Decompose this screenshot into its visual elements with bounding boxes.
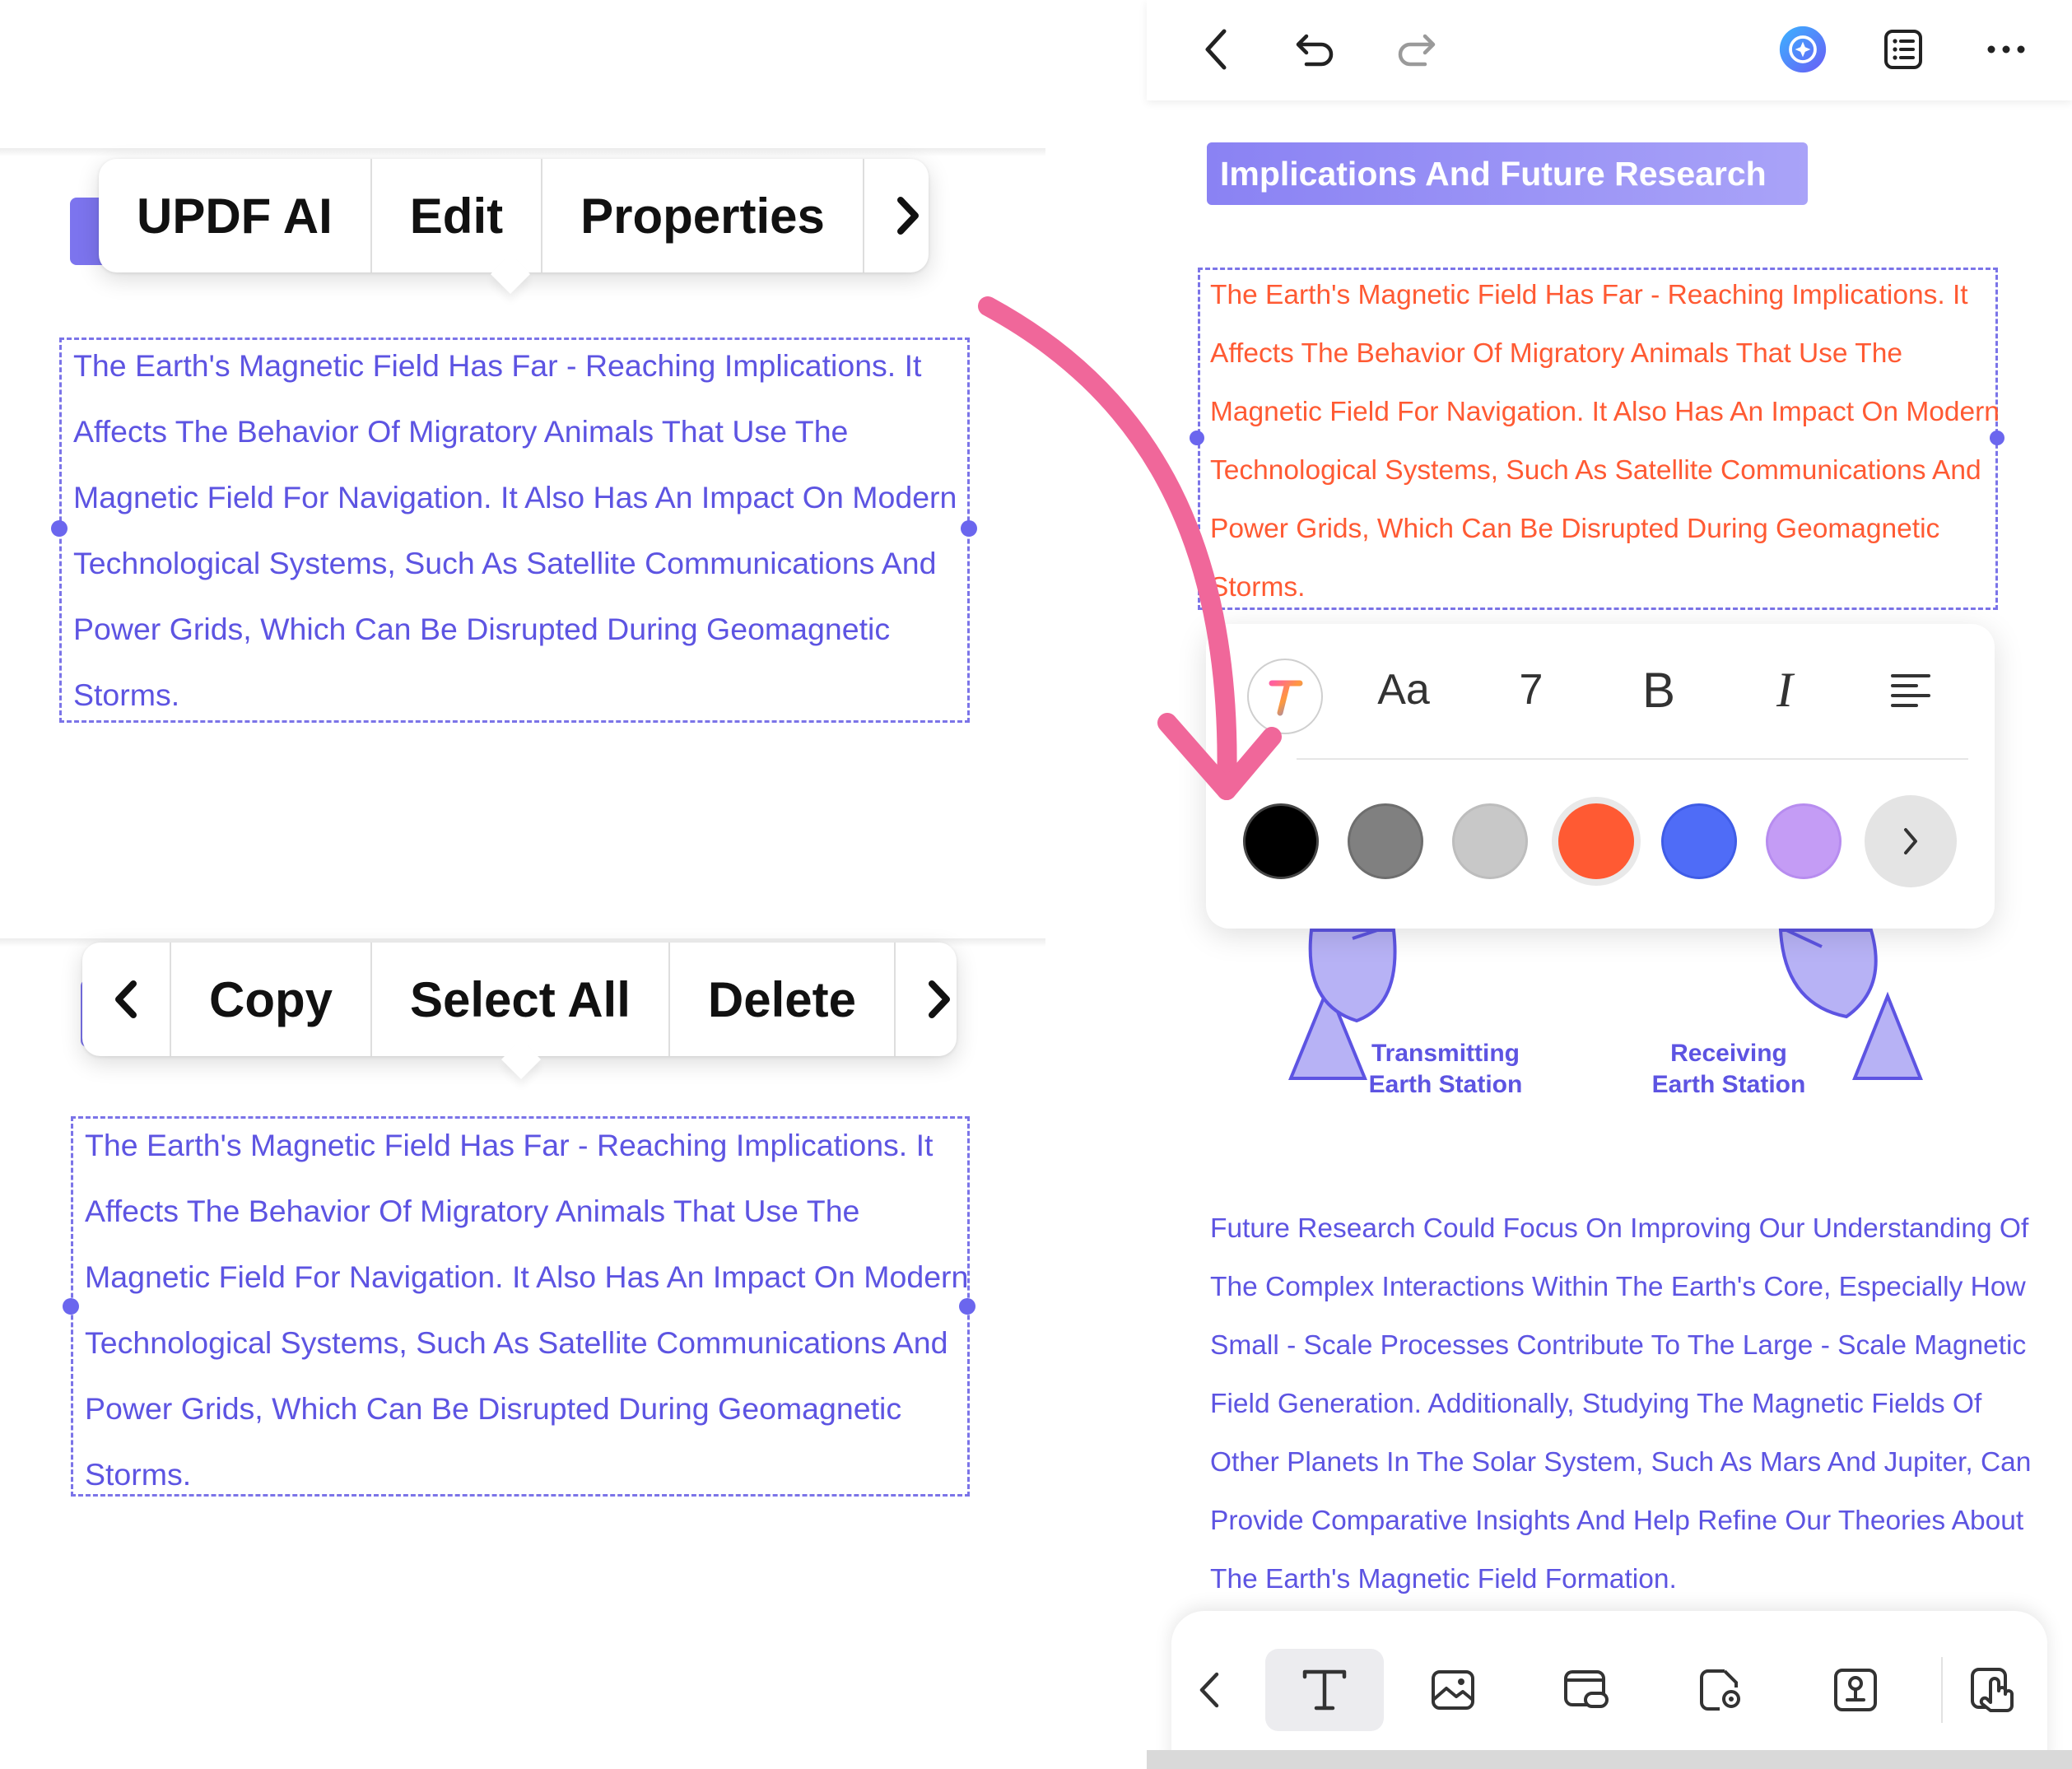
color-swatch-black[interactable] <box>1243 803 1319 879</box>
gesture-tool-button[interactable] <box>1952 1649 2034 1731</box>
text-format-panel: Aa 7 B I <box>1206 624 1995 929</box>
color-swatch-gray[interactable] <box>1348 803 1423 879</box>
text-box-bottom[interactable]: The Earth's Magnetic Field Has Far - Rea… <box>71 1116 970 1497</box>
chevron-right-icon <box>1904 828 1917 854</box>
text-tool-button[interactable] <box>1265 1649 1384 1731</box>
text-color-icon <box>1269 680 1303 716</box>
align-left-icon <box>1891 674 1930 707</box>
text-box-top[interactable]: The Earth's Magnetic Field Has Far - Rea… <box>59 338 970 723</box>
italic-button[interactable]: I <box>1752 657 1818 723</box>
stamp-tool-icon <box>1700 1669 1740 1711</box>
chevron-right-icon <box>928 980 950 1018</box>
resize-handle-left[interactable] <box>63 1298 79 1315</box>
top-toolbar <box>1147 0 2072 100</box>
chevron-right-icon <box>896 197 919 235</box>
stamp-tool-button[interactable] <box>1680 1649 1762 1731</box>
format-divider <box>1297 758 1968 760</box>
resize-handle-left[interactable] <box>1190 431 1204 445</box>
paragraph-text: Future Research Could Focus On Improving… <box>1210 1213 2032 1594</box>
editor-panel: Implications And Future Research The Ear… <box>1147 0 2072 1769</box>
redo-icon <box>1398 34 1436 67</box>
ai-assistant-icon <box>1779 26 1827 73</box>
back-button[interactable] <box>1191 25 1241 74</box>
menu-more-button[interactable] <box>896 943 983 1056</box>
text-color-button[interactable] <box>1247 659 1323 734</box>
bold-button[interactable]: B <box>1626 657 1692 723</box>
more-colors-button[interactable] <box>1865 795 1957 887</box>
menu-back-button[interactable] <box>82 943 171 1056</box>
toolbar-back-button[interactable] <box>1185 1649 1234 1731</box>
back-icon <box>1205 29 1227 70</box>
bottom-toolbar <box>1171 1611 2047 1769</box>
text-box-content: The Earth's Magnetic Field Has Far - Rea… <box>1210 280 2000 603</box>
signature-tool-button[interactable] <box>1814 1649 1897 1731</box>
more-icon <box>1987 45 2025 54</box>
resize-handle-right[interactable] <box>961 520 977 537</box>
font-button[interactable]: Aa <box>1371 657 1436 723</box>
image-tool-button[interactable] <box>1412 1649 1494 1731</box>
link-tool-icon <box>1564 1670 1609 1708</box>
undo-button[interactable] <box>1291 25 1340 74</box>
signature-tool-icon <box>1834 1669 1877 1711</box>
resize-handle-left[interactable] <box>51 520 68 537</box>
align-button[interactable] <box>1878 657 1944 723</box>
edit-menu-item[interactable]: Edit <box>372 159 543 272</box>
context-menu-bottom: Copy Select All Delete <box>82 943 957 1056</box>
context-menu-top: UPDF AI Edit Properties <box>99 159 929 272</box>
color-swatch-orange-selected[interactable] <box>1552 797 1641 886</box>
text-tool-icon <box>1302 1669 1347 1711</box>
resize-handle-right[interactable] <box>959 1298 975 1315</box>
back-icon <box>1199 1672 1219 1708</box>
outline-icon <box>1884 30 1922 69</box>
chevron-left-icon <box>115 980 137 1018</box>
updf-ai-menu-item[interactable]: UPDF AI <box>99 159 372 272</box>
image-tool-icon <box>1432 1670 1474 1710</box>
copy-menu-item[interactable]: Copy <box>171 943 372 1056</box>
resize-handle-right[interactable] <box>1990 431 2004 445</box>
gesture-tool-icon <box>1971 1668 2014 1712</box>
delete-menu-item[interactable]: Delete <box>670 943 896 1056</box>
undo-icon <box>1296 34 1334 67</box>
transmitting-label: Transmitting Earth Station <box>1368 1040 1523 1098</box>
top-divider <box>0 148 1045 156</box>
color-swatch-blue[interactable] <box>1661 803 1737 879</box>
outline-button[interactable] <box>1879 25 1928 74</box>
text-box-selected[interactable]: The Earth's Magnetic Field Has Far - Rea… <box>1198 268 2000 610</box>
toolbar-divider <box>1941 1657 1943 1723</box>
redo-button[interactable] <box>1391 25 1441 74</box>
format-toolbar-row: Aa 7 B I <box>1206 624 1995 749</box>
screen-bottom-edge <box>1147 1750 2072 1769</box>
text-box-content: The Earth's Magnetic Field Has Far - Rea… <box>85 1128 969 1492</box>
menu-more-button[interactable] <box>864 159 952 272</box>
properties-menu-item[interactable]: Properties <box>542 159 864 272</box>
section-heading[interactable]: Implications And Future Research <box>1207 142 1808 205</box>
color-swatch-purple[interactable] <box>1766 803 1842 879</box>
receiving-label: Receiving Earth Station <box>1651 1040 1806 1098</box>
ai-assistant-button[interactable] <box>1778 25 1828 74</box>
color-swatch-light-gray[interactable] <box>1452 803 1528 879</box>
text-box-content: The Earth's Magnetic Field Has Far - Rea… <box>73 348 957 712</box>
link-tool-button[interactable] <box>1546 1649 1628 1731</box>
more-button[interactable] <box>1981 25 2031 74</box>
font-size-button[interactable]: 7 <box>1498 657 1564 723</box>
